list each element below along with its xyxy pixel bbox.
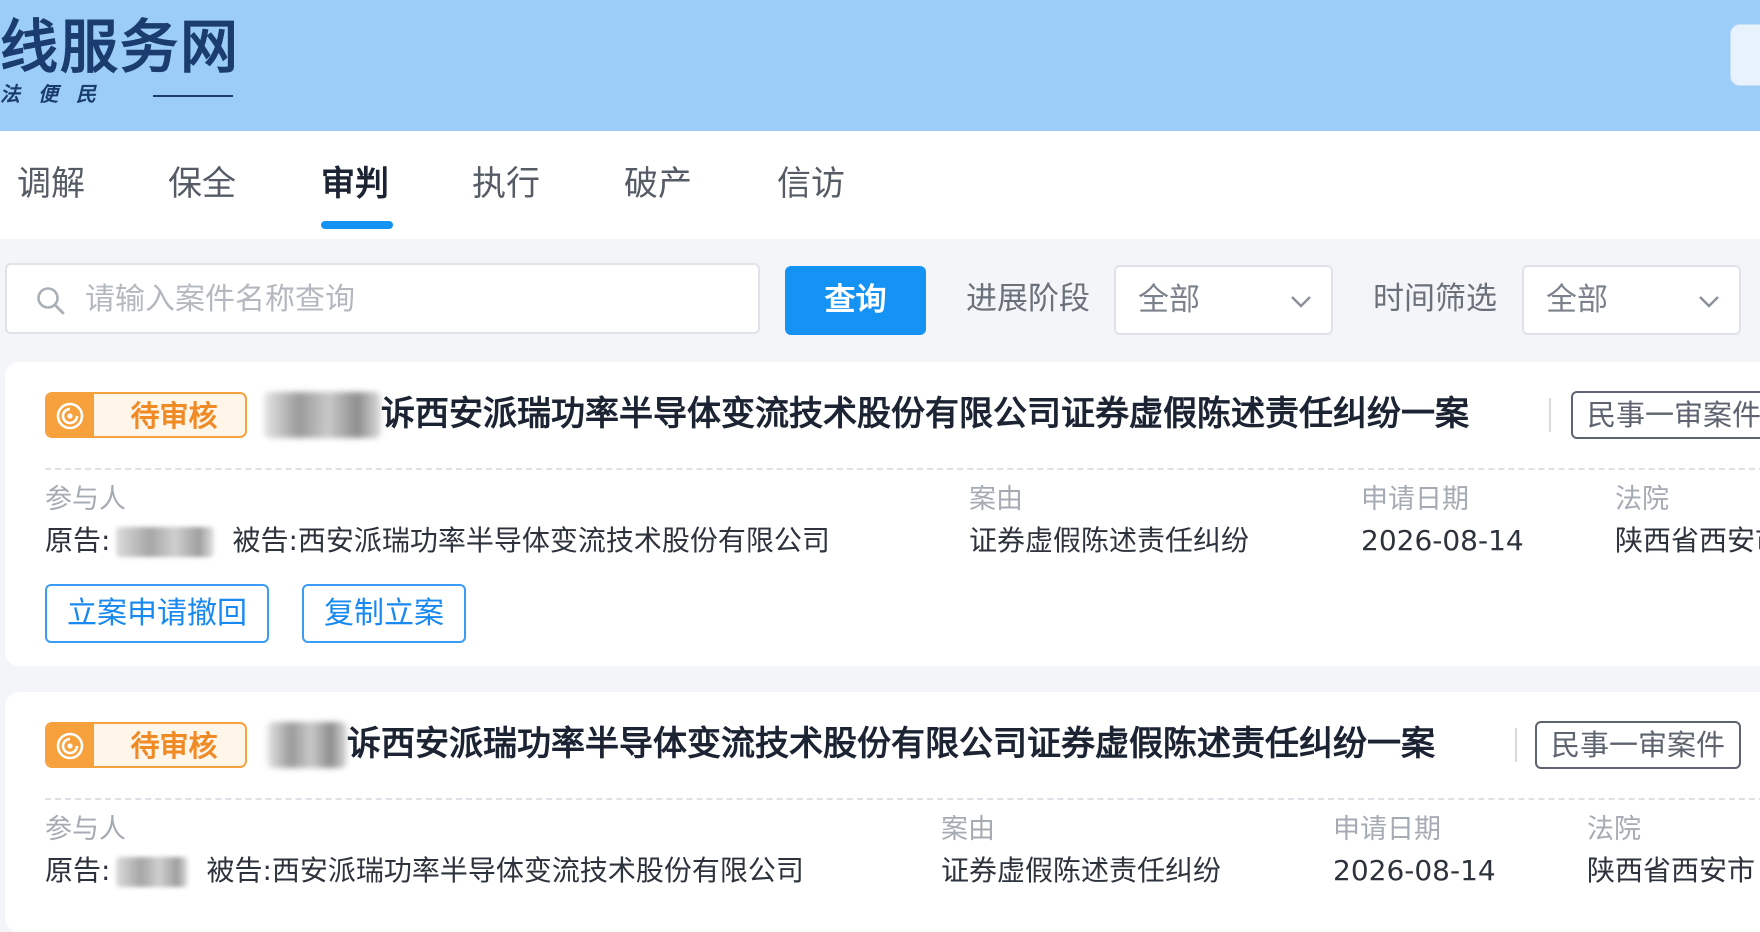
stage-filter-select[interactable]: 全部	[1114, 265, 1333, 335]
case-title[interactable]: 诉西安派瑞功率半导体变流技术股份有限公司证券虚假陈述责任纠纷一案	[381, 390, 1469, 438]
apply-date-label: 申请日期	[1361, 484, 1469, 515]
plaintiff-label: 原告:	[45, 854, 111, 887]
slogan-divider	[153, 95, 233, 97]
status-badge: 待审核	[45, 392, 247, 438]
case-type-tag: 民事一审案件	[1571, 391, 1760, 439]
participants-label: 参与人	[45, 484, 126, 515]
cause-label: 案由	[969, 484, 1023, 515]
status-text: 待审核	[130, 729, 218, 763]
tab-execution[interactable]: 执行	[472, 161, 540, 207]
query-button[interactable]: 查询	[785, 266, 926, 335]
clock-icon	[56, 402, 84, 430]
clock-icon	[56, 732, 84, 760]
cause-label: 案由	[941, 814, 995, 845]
defendant-name: 西安派瑞功率半导体变流技术股份有限公司	[297, 524, 830, 557]
active-tab-indicator	[321, 221, 393, 229]
header-action-button[interactable]	[1730, 24, 1760, 86]
apply-date-label: 申请日期	[1333, 814, 1441, 845]
search-input[interactable]	[83, 273, 743, 325]
redacted-plaintiff-name	[116, 527, 215, 557]
site-slogan: 法便民	[0, 82, 114, 106]
participants-value: 原告: 被告:西安派瑞功率半导体变流技术股份有限公司	[45, 522, 830, 560]
card-divider	[45, 468, 1760, 470]
court-label: 法院	[1615, 484, 1669, 515]
tab-trial[interactable]: 审判	[321, 161, 389, 207]
tab-petition[interactable]: 信访	[777, 161, 845, 207]
time-filter-value: 全部	[1546, 282, 1608, 318]
withdraw-filing-button[interactable]: 立案申请撤回	[45, 584, 269, 643]
court-value: 陕西省西安市	[1615, 524, 1760, 557]
time-filter-label: 时间筛选	[1373, 281, 1497, 317]
redacted-plaintiff-name	[116, 857, 189, 887]
redacted-party-name	[267, 722, 347, 768]
court-label: 法院	[1587, 814, 1641, 845]
apply-date-value: 2026-08-14	[1333, 854, 1496, 887]
defendant-label: 被告:	[232, 524, 298, 557]
copy-filing-button[interactable]: 复制立案	[302, 584, 466, 643]
case-title[interactable]: 诉西安派瑞功率半导体变流技术股份有限公司证券虚假陈述责任纠纷一案	[347, 720, 1435, 768]
search-box[interactable]	[5, 263, 760, 334]
status-text: 待审核	[130, 399, 218, 433]
site-title: 线服务网	[0, 13, 241, 81]
plaintiff-label: 原告:	[45, 524, 111, 557]
time-filter-select[interactable]: 全部	[1522, 265, 1741, 335]
case-card[interactable]: 待审核 诉西安派瑞功率半导体变流技术股份有限公司证券虚假陈述责任纠纷一案 民事一…	[5, 692, 1760, 932]
cause-value: 证券虚假陈述责任纠纷	[969, 524, 1250, 557]
apply-date-value: 2026-08-14	[1361, 524, 1524, 557]
site-banner: 线服务网 法便民	[0, 0, 1760, 131]
chevron-down-icon	[1699, 296, 1719, 308]
stage-filter-label: 进展阶段	[966, 281, 1090, 317]
tab-preservation[interactable]: 保全	[168, 161, 236, 207]
stage-filter-value: 全部	[1138, 282, 1200, 318]
participants-value: 原告: 被告:西安派瑞功率半导体变流技术股份有限公司	[45, 852, 804, 890]
case-card[interactable]: 待审核 诉西安派瑞功率半导体变流技术股份有限公司证券虚假陈述责任纠纷一案 民事一…	[5, 362, 1760, 666]
title-divider	[1549, 398, 1551, 432]
court-value: 陕西省西安市	[1587, 854, 1756, 887]
tab-bankruptcy[interactable]: 破产	[624, 161, 692, 207]
chevron-down-icon	[1291, 296, 1311, 308]
case-type-tag: 民事一审案件	[1535, 721, 1742, 769]
module-tabs: 调解 保全 审判 执行 破产 信访	[0, 131, 1760, 239]
redacted-party-name	[264, 392, 381, 438]
card-divider	[45, 798, 1760, 800]
defendant-name: 西安派瑞功率半导体变流技术股份有限公司	[271, 854, 804, 887]
status-badge: 待审核	[45, 722, 247, 768]
search-icon	[37, 287, 65, 315]
title-divider	[1515, 728, 1517, 762]
tab-mediation[interactable]: 调解	[17, 161, 85, 207]
participants-label: 参与人	[45, 814, 126, 845]
defendant-label: 被告:	[206, 854, 272, 887]
cause-value: 证券虚假陈述责任纠纷	[941, 854, 1222, 887]
